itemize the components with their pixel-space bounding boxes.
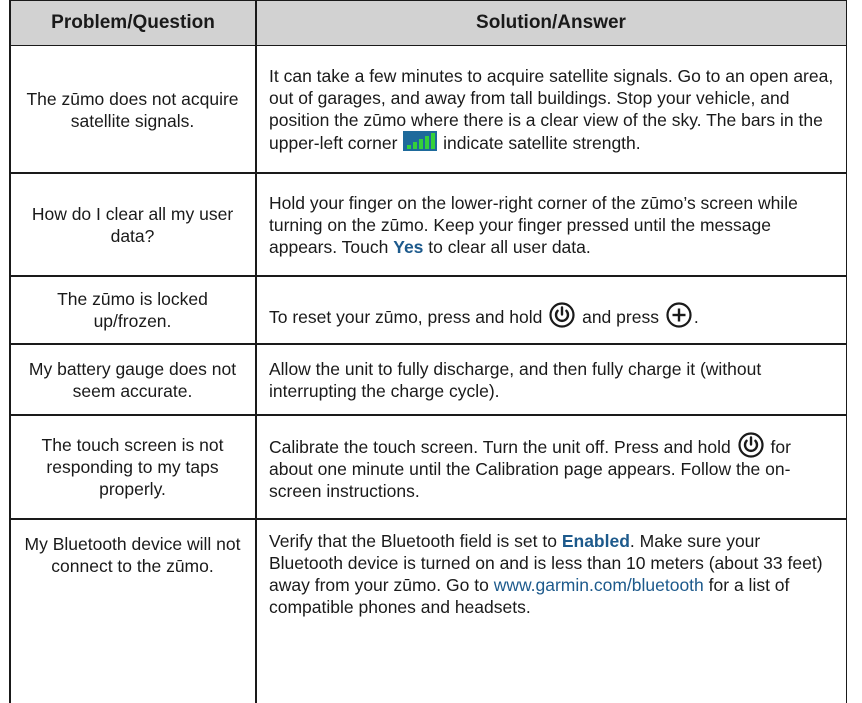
solution-text: to clear all user data. <box>428 236 591 257</box>
header-problem-question: Problem/Question <box>51 12 215 33</box>
problem-text: My battery gauge does not seem accurate. <box>28 358 237 401</box>
satellite-signal-bars-icon <box>403 131 438 151</box>
troubleshooting-table: Problem/Question Solution/Answer The zūm… <box>9 0 847 703</box>
problem-cell: How do I clear all my user data? <box>11 173 255 276</box>
yes-option: Yes <box>393 236 424 257</box>
power-button-icon <box>738 432 764 458</box>
solution-text: . <box>693 307 699 327</box>
solution-text: indicate satellite strength. <box>443 133 641 153</box>
table-row: The zūmo does not acquire satellite sign… <box>9 46 847 173</box>
problem-text: My Bluetooth device will not connect to … <box>24 534 241 576</box>
problem-text: How do I clear all my user data? <box>31 203 234 246</box>
problem-cell: The touch screen is not responding to my… <box>11 415 255 519</box>
header-solution-answer: Solution/Answer <box>476 12 626 33</box>
garmin-bluetooth-link[interactable]: www.garmin.com/bluetooth <box>494 575 704 595</box>
solution-text: Allow the unit to fully discharge, and t… <box>269 358 762 401</box>
table-border-left <box>9 0 11 703</box>
plus-button-icon <box>666 302 692 328</box>
solution-cell: Verify that the Bluetooth field is set t… <box>257 519 845 703</box>
solution-cell: It can take a few minutes to acquire sat… <box>257 46 845 173</box>
row-divider <box>9 172 847 174</box>
row-divider <box>9 414 847 416</box>
table-header: Problem/Question Solution/Answer <box>9 0 847 46</box>
row-divider <box>9 343 847 345</box>
table-row: My Bluetooth device will not connect to … <box>9 519 847 703</box>
row-divider <box>9 518 847 520</box>
problem-cell: My battery gauge does not seem accurate. <box>11 344 255 415</box>
solution-text: Verify that the Bluetooth field is set t… <box>269 531 557 551</box>
problem-cell: The zūmo is locked up/frozen. <box>11 276 255 344</box>
power-button-icon <box>549 302 575 328</box>
solution-cell: Allow the unit to fully discharge, and t… <box>257 344 845 415</box>
problem-text: The touch screen is not responding to my… <box>41 435 224 499</box>
solution-text: Calibrate the touch screen. Turn the uni… <box>269 437 731 457</box>
enabled-option: Enabled <box>561 531 630 551</box>
problem-cell: The zūmo does not acquire satellite sign… <box>11 46 255 173</box>
row-divider <box>9 275 847 277</box>
table-row: The zūmo is locked up/frozen. To reset y… <box>9 276 847 344</box>
solution-cell: To reset your zūmo, press and hold and p… <box>257 276 845 344</box>
solution-cell: Calibrate the touch screen. Turn the uni… <box>257 415 845 519</box>
table-row: The touch screen is not responding to my… <box>9 415 847 519</box>
problem-text: The zūmo does not acquire satellite sign… <box>26 88 239 131</box>
column-divider <box>255 0 257 703</box>
problem-cell: My Bluetooth device will not connect to … <box>11 519 255 703</box>
solution-cell: Hold your finger on the lower-right corn… <box>257 173 845 276</box>
solution-text: To reset your zūmo, press and hold <box>269 307 543 327</box>
table-row: My battery gauge does not seem accurate.… <box>9 344 847 415</box>
table-row: How do I clear all my user data? Hold yo… <box>9 173 847 276</box>
table-border-right <box>845 0 847 703</box>
solution-text: and press <box>582 307 659 327</box>
problem-text: The zūmo is locked up/frozen. <box>57 289 208 331</box>
